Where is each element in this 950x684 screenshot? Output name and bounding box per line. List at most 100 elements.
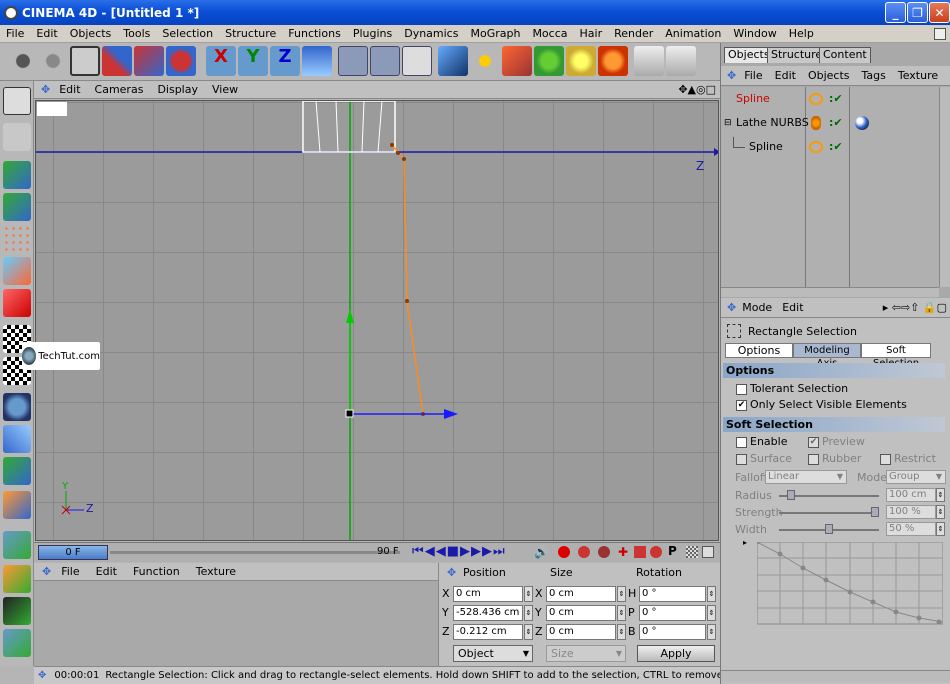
polygons-mode-icon[interactable] [3, 289, 31, 317]
material-menu-texture[interactable]: Texture [188, 565, 244, 578]
rot-h-spinner[interactable]: ⇕ [707, 586, 716, 602]
x-axis-lock-icon[interactable]: X [206, 46, 236, 76]
point-level-key-icon[interactable] [686, 546, 698, 558]
menu-help[interactable]: Help [783, 27, 820, 40]
scale-key-icon[interactable] [634, 546, 646, 558]
om-menu-objects[interactable]: Objects [802, 69, 856, 82]
menu-window[interactable]: Window [727, 27, 782, 40]
radius-spinner[interactable]: ⇕ [936, 488, 945, 502]
object-manager-move-icon[interactable]: ✥ [721, 69, 738, 82]
points-mode-icon[interactable] [3, 225, 31, 253]
minimize-icon[interactable]: _ [885, 2, 906, 23]
mode-select[interactable]: Group ▼ [886, 470, 946, 484]
attr-nav-icons[interactable]: ▸ ⇦⇨⇧ 🔒▢ [883, 301, 947, 314]
strength-spinner[interactable]: ⇕ [936, 505, 945, 519]
menu-mocca[interactable]: Mocca [526, 27, 573, 40]
width-slider-knob[interactable] [825, 524, 833, 534]
timeline-slider[interactable] [110, 551, 400, 554]
pos-y-spinner[interactable]: ⇕ [524, 605, 533, 621]
tweak-mode-icon[interactable] [3, 531, 31, 559]
tab-structure[interactable]: Structure [767, 47, 827, 63]
rubber-checkbox[interactable] [808, 454, 819, 465]
rot-p-spinner[interactable]: ⇕ [707, 605, 716, 621]
pos-x-field[interactable]: 0 cm [453, 586, 523, 602]
width-spinner[interactable]: ⇕ [936, 522, 945, 536]
om-menu-file[interactable]: File [738, 69, 768, 82]
array-icon[interactable] [534, 46, 564, 76]
help-pointer-icon[interactable] [634, 46, 664, 76]
parameter-key-icon[interactable]: P [668, 544, 677, 558]
tab-soft-selection[interactable]: Soft Selection [861, 343, 931, 369]
attributes-hscrollbar[interactable] [721, 670, 950, 682]
attr-menu-mode[interactable]: Mode [742, 301, 782, 314]
workplane-icon[interactable] [3, 457, 31, 485]
material-menu-function[interactable]: Function [125, 565, 188, 578]
strength-slider-knob[interactable] [871, 507, 879, 517]
attr-menu-edit[interactable]: Edit [782, 301, 803, 314]
collapse-icon[interactable]: ⊟ [724, 113, 732, 133]
current-frame-indicator[interactable]: 0 F [38, 545, 108, 560]
coord-move-icon[interactable]: ✥ [447, 566, 456, 579]
edges-mode-icon[interactable] [3, 257, 31, 285]
rot-h-field[interactable]: 0 ° [639, 586, 706, 602]
scene-icon[interactable] [598, 46, 628, 76]
scale-icon[interactable] [134, 46, 164, 76]
paint-icon[interactable] [3, 629, 31, 657]
falloff-select[interactable]: Linear ▼ [765, 470, 847, 484]
size-y-field[interactable]: 0 cm [546, 605, 616, 621]
position-key-icon[interactable]: ✚ [618, 545, 628, 559]
pos-x-spinner[interactable]: ⇕ [524, 586, 533, 602]
size-z-field[interactable]: 0 cm [546, 624, 616, 640]
menu-animation[interactable]: Animation [659, 27, 727, 40]
playback-controls[interactable]: ⏮◀◀■▶▶▶⏭ [412, 544, 506, 559]
spline-tool-icon[interactable] [470, 46, 500, 76]
size-x-field[interactable]: 0 cm [546, 586, 616, 602]
animation-mode-icon[interactable] [3, 393, 31, 421]
viewport-menu-cameras[interactable]: Cameras [88, 83, 151, 96]
object-list-hscrollbar[interactable] [721, 287, 939, 297]
only-visible-checkbox[interactable]: ✔ [736, 400, 747, 411]
rotate-icon[interactable] [166, 46, 196, 76]
pos-y-field[interactable]: -528.436 cm [453, 605, 523, 621]
om-menu-texture[interactable]: Texture [892, 69, 944, 82]
apply-button[interactable]: Apply [637, 645, 715, 662]
nurbs-icon[interactable] [502, 46, 532, 76]
object-row-spline-child[interactable]: Spline :✔ [721, 137, 939, 157]
strength-slider-track[interactable] [779, 512, 879, 514]
tolerant-selection-checkbox[interactable] [736, 384, 747, 395]
menu-render[interactable]: Render [608, 27, 659, 40]
menu-objects[interactable]: Objects [64, 27, 118, 40]
tab-content[interactable]: Content [819, 47, 871, 63]
object-list[interactable]: Spline :✔ ⊟ Lathe NURBS :✔ Spline :✔ [721, 87, 939, 287]
z-axis-lock-icon[interactable]: Z [270, 46, 300, 76]
radius-field[interactable]: 100 cm [886, 488, 936, 502]
falloff-spline-graph[interactable] [757, 542, 943, 642]
coordinate-system-icon[interactable] [302, 46, 332, 76]
snap-icon[interactable] [3, 491, 31, 519]
om-menu-tags[interactable]: Tags [856, 69, 892, 82]
size-z-spinner[interactable]: ⇕ [617, 624, 626, 640]
viewport-menu-edit[interactable]: Edit [52, 83, 87, 96]
coord-size-select[interactable]: Size ▼ [546, 645, 626, 662]
viewport-menu-view[interactable]: View [205, 83, 245, 96]
material-menu-edit[interactable]: Edit [88, 565, 125, 578]
menu-tools[interactable]: Tools [117, 27, 156, 40]
viewport-nav-icons[interactable]: ✥▲◎□ [678, 83, 716, 96]
help-icon[interactable] [666, 46, 696, 76]
autokey-icon[interactable] [578, 546, 590, 558]
rotation-key-icon[interactable] [650, 546, 662, 558]
object-row-lathe-nurbs[interactable]: ⊟ Lathe NURBS :✔ [721, 113, 939, 133]
sculpt-icon[interactable] [3, 597, 31, 625]
restrict-checkbox[interactable] [880, 454, 891, 465]
attributes-move-icon[interactable]: ✥ [721, 301, 742, 314]
undo-icon[interactable] [8, 46, 38, 76]
inverse-kinematics-icon[interactable] [3, 425, 31, 453]
pos-z-field[interactable]: -0.212 cm [453, 624, 523, 640]
object-list-vscrollbar[interactable] [939, 87, 950, 287]
visibility-check-icon[interactable]: :✔ [829, 113, 843, 133]
enable-checkbox[interactable] [736, 437, 747, 448]
menu-file[interactable]: File [0, 27, 30, 40]
width-field[interactable]: 50 % [886, 522, 936, 536]
surface-checkbox[interactable] [736, 454, 747, 465]
model-mode-icon[interactable] [3, 161, 31, 189]
